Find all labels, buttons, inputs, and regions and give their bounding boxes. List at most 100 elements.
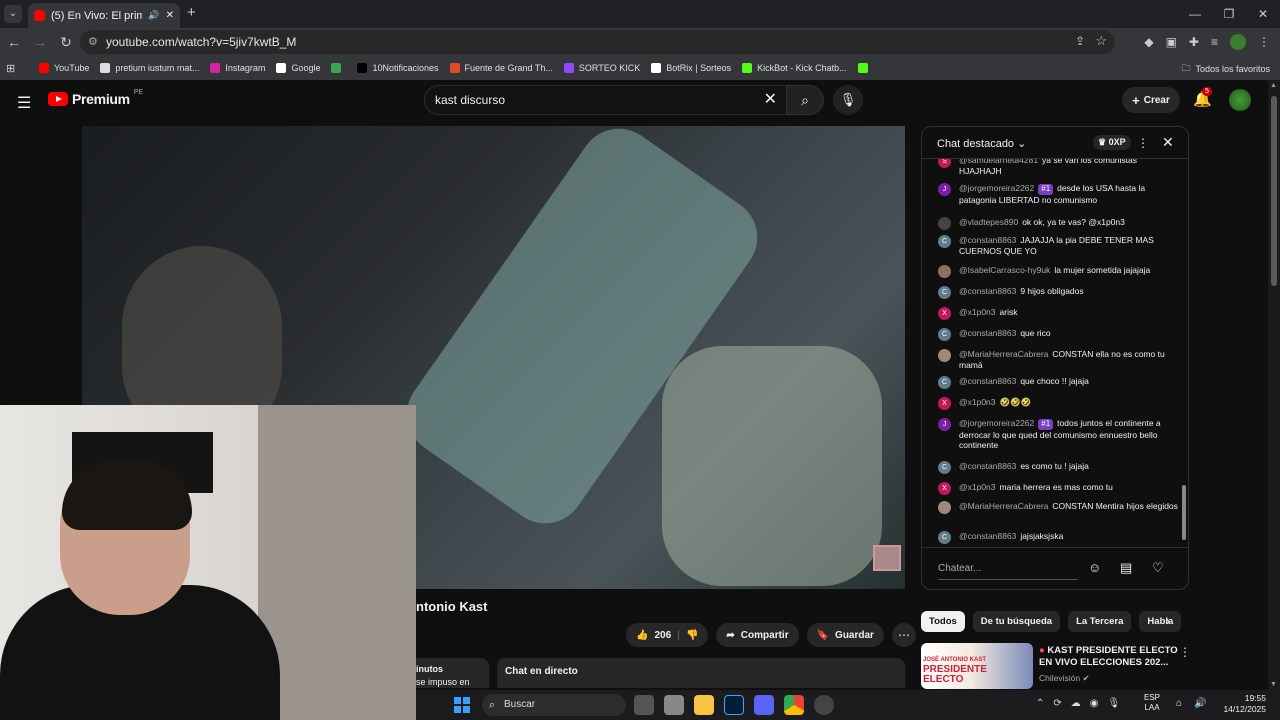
volume-icon[interactable]: 🔊: [1194, 698, 1206, 709]
tab-close-icon[interactable]: ✕: [166, 10, 174, 21]
taskbar-clock[interactable]: 19:55 14/12/2025: [1223, 693, 1266, 715]
more-actions-button[interactable]: ⋯: [891, 623, 916, 647]
chat-message[interactable]: @IsabelCarrasco-hy9uk la mujer sometida j…: [938, 265, 1178, 278]
close-window-button[interactable]: ✕: [1246, 0, 1280, 28]
browser-tab[interactable]: (5) En Vivo: El primer discur 🔊 ✕: [28, 3, 180, 28]
filter-chip[interactable]: Todos: [921, 611, 965, 632]
site-info-icon[interactable]: ⚙: [88, 35, 98, 48]
bookmark-item[interactable]: KickBot - Kick Chatb...: [742, 63, 847, 73]
hamburger-menu-icon[interactable]: ☰: [17, 93, 31, 113]
notifications-button[interactable]: 🔔 5: [1193, 87, 1212, 108]
page-scrollbar[interactable]: ▲ ▼: [1268, 80, 1280, 690]
heart-icon[interactable]: ♡: [1152, 560, 1164, 576]
chat-avatar[interactable]: C: [938, 328, 951, 341]
media-control-icon[interactable]: ≡: [1211, 35, 1218, 49]
browser-menu-icon[interactable]: ⋮: [1258, 35, 1270, 49]
chrome-icon[interactable]: [784, 695, 804, 715]
like-button[interactable]: 👍 206 | 👎: [626, 623, 709, 647]
chat-message[interactable]: S @samuelarheta4281 ya se van los comunist…: [938, 159, 1178, 176]
chat-avatar[interactable]: C: [938, 286, 951, 299]
chat-avatar[interactable]: C: [938, 376, 951, 389]
share-button[interactable]: ➦ Compartir: [716, 623, 799, 647]
chat-author[interactable]: @samuelarheta4281: [959, 159, 1038, 165]
chat-message[interactable]: C @constan8863 que rico: [938, 328, 1178, 341]
bookmark-item[interactable]: SORTEO KICK: [563, 63, 640, 73]
bookmark-item[interactable]: Instagram: [210, 63, 265, 73]
youtube-logo[interactable]: Premium PE: [48, 89, 143, 107]
chat-author[interactable]: @x1p0n3: [959, 482, 996, 492]
file-explorer-icon[interactable]: [694, 695, 714, 715]
chat-avatar[interactable]: J: [938, 183, 951, 196]
chat-mode-dropdown[interactable]: Chat destacado ⌄: [937, 137, 1026, 150]
microphone-icon[interactable]: 🎙: [1108, 698, 1121, 709]
emoji-icon[interactable]: ☺: [1088, 560, 1101, 575]
chat-author[interactable]: @x1p0n3: [959, 307, 996, 317]
back-button[interactable]: ←: [2, 34, 26, 50]
chat-author[interactable]: @MariaHerreraCabrera: [959, 349, 1048, 359]
tray-app-icon[interactable]: ☁: [1071, 698, 1081, 709]
chat-avatar[interactable]: X: [938, 397, 951, 410]
chat-author[interactable]: @jorgemoreira2262: [959, 418, 1034, 428]
voice-search-button[interactable]: 🎙: [833, 85, 863, 115]
chat-message[interactable]: X @x1p0n3 maria herrera es mas como tu: [938, 482, 1178, 495]
chat-message[interactable]: @MariaHerreraCabrera CONSTAN Mentira hijo…: [938, 501, 1178, 514]
chat-avatar[interactable]: [938, 265, 951, 278]
filter-chip[interactable]: Habla: [1139, 611, 1182, 632]
chat-message[interactable]: C @constan8863 es como tu ! jajaja: [938, 461, 1178, 474]
bookmark-item[interactable]: YouTube: [39, 63, 89, 73]
extension-icon[interactable]: ◆: [1144, 35, 1153, 49]
thumbs-down-icon[interactable]: 👎: [686, 630, 698, 641]
chat-author[interactable]: @vladtepes890: [959, 217, 1018, 227]
xp-badge[interactable]: ♛ 0XP: [1093, 135, 1131, 150]
chat-avatar[interactable]: X: [938, 307, 951, 320]
bookmark-item[interactable]: [331, 63, 346, 73]
bookmark-star-icon[interactable]: ☆: [1095, 33, 1107, 49]
chat-author[interactable]: @jorgemoreira2262: [959, 183, 1034, 193]
tray-app-icon[interactable]: ◉: [1090, 698, 1099, 709]
chat-avatar[interactable]: S: [938, 159, 951, 168]
chat-avatar[interactable]: C: [938, 461, 951, 474]
extension-icon[interactable]: ▣: [1166, 35, 1177, 49]
reload-button[interactable]: ↻: [54, 34, 78, 51]
chat-message[interactable]: @vladtepes890 ok ok, ya te vas? @x1p0n3: [938, 217, 1178, 230]
taskbar-search[interactable]: ⌕ Buscar: [482, 694, 626, 716]
chat-message[interactable]: C @constan8863 9 hijos obligados: [938, 286, 1178, 299]
bookmark-item[interactable]: Fuente de Grand Th...: [449, 63, 553, 73]
chat-message[interactable]: C @constan8863 jajsjaksjska: [938, 531, 1178, 544]
speaker-icon[interactable]: 🔊: [148, 10, 159, 21]
scroll-down-icon[interactable]: ▼: [1270, 681, 1277, 688]
chat-scrollbar-thumb[interactable]: [1182, 485, 1186, 540]
chat-scrollbar[interactable]: [1180, 159, 1188, 547]
clear-search-icon[interactable]: ✕: [764, 86, 777, 114]
chat-message[interactable]: J @jorgemoreira2262 #1 todos juntos el cont…: [938, 418, 1178, 451]
video-description[interactable]: inutos se impuso en: [416, 658, 489, 688]
tab-search-button[interactable]: ⌄: [4, 5, 22, 23]
photoshop-icon[interactable]: [724, 695, 744, 715]
search-button[interactable]: ⌕: [786, 85, 824, 115]
input-language[interactable]: ESP LAA: [1144, 693, 1160, 713]
live-chat-replay-panel[interactable]: Chat en directo: [497, 658, 905, 688]
chat-author[interactable]: @constan8863: [959, 286, 1016, 296]
profile-avatar[interactable]: [1230, 34, 1246, 50]
app-icon[interactable]: [664, 695, 684, 715]
bookmark-item[interactable]: 10Notificaciones: [357, 63, 439, 73]
filter-chip[interactable]: De tu búsqueda: [972, 611, 1061, 632]
chat-avatar[interactable]: [938, 217, 951, 230]
chips-next-icon[interactable]: ›: [1166, 614, 1170, 628]
chat-message[interactable]: C @constan8863 JAJAJJA la pia DEBE TENER M…: [938, 235, 1178, 256]
chat-input[interactable]: Chatear...: [938, 558, 1078, 580]
chat-author[interactable]: @constan8863: [959, 376, 1016, 386]
close-chat-icon[interactable]: ✕: [1162, 134, 1174, 151]
filter-chip[interactable]: La Tercera: [1068, 611, 1132, 632]
chat-avatar[interactable]: C: [938, 531, 951, 544]
chat-author[interactable]: @constan8863: [959, 235, 1016, 245]
chat-message[interactable]: J @jorgemoreira2262 #1 desde los USA hasta …: [938, 183, 1178, 205]
chat-avatar[interactable]: X: [938, 482, 951, 495]
discord-icon[interactable]: [754, 695, 774, 715]
all-bookmarks-button[interactable]: 🗀 Todos los favoritos: [1181, 61, 1270, 77]
chat-avatar[interactable]: [938, 349, 951, 362]
task-view-icon[interactable]: [634, 695, 654, 715]
chat-message[interactable]: C @constan8863 que choco !! jajaja: [938, 376, 1178, 389]
super-chat-icon[interactable]: ▤: [1120, 560, 1132, 576]
tray-chevron-icon[interactable]: ⌃: [1036, 698, 1044, 709]
